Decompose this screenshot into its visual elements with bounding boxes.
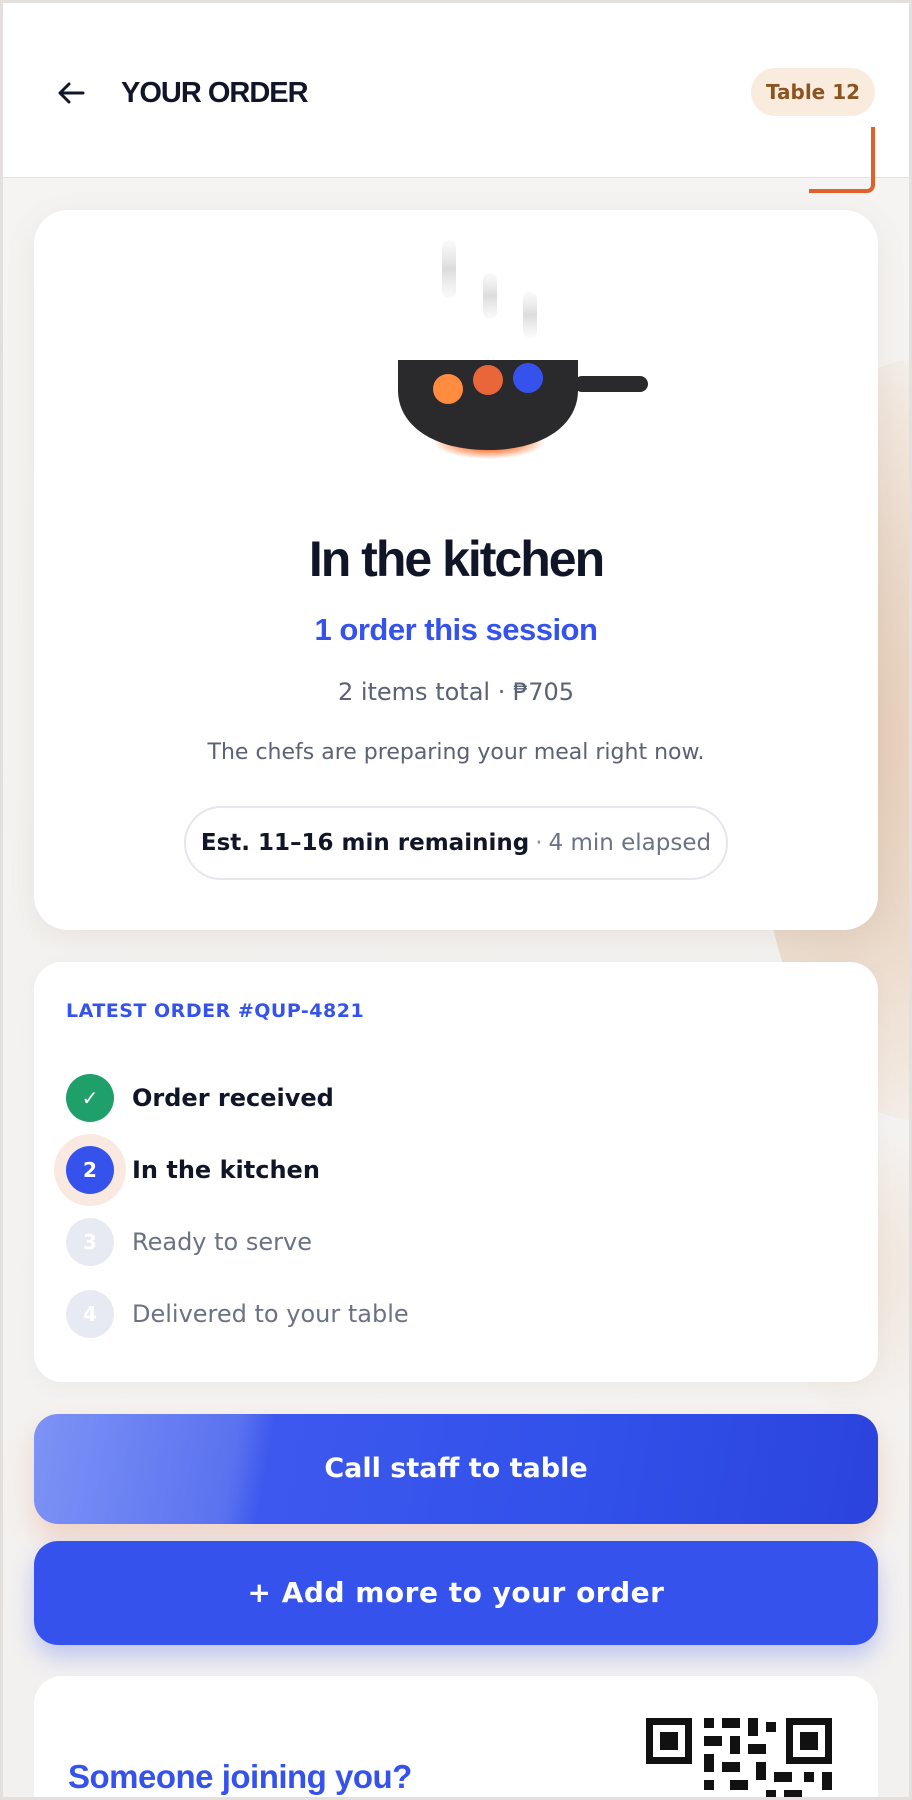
- arrow-left-icon: [58, 82, 85, 104]
- add-more-button[interactable]: + Add more to your order: [34, 1541, 878, 1645]
- eta-remaining: Est. 11–16 min remaining: [200, 830, 530, 856]
- progress-step-delivered: 4 Delivered to your table: [66, 1290, 826, 1338]
- step-label: Ready to serve: [132, 1228, 312, 1256]
- share-session-card: Someone joining you?: [34, 1676, 878, 1800]
- food-ball: [513, 363, 543, 393]
- step-label: Delivered to your table: [132, 1300, 409, 1328]
- status-title: In the kitchen: [308, 531, 605, 587]
- step-number: 2: [66, 1146, 114, 1194]
- step-label: In the kitchen: [132, 1156, 320, 1184]
- check-icon: ✓: [66, 1074, 114, 1122]
- call-staff-button[interactable]: Call staff to table: [34, 1414, 878, 1524]
- pan-handle: [574, 376, 648, 392]
- eta-pill: Est. 11–16 min remaining · 4 min elapsed: [184, 806, 728, 880]
- eta-separator: ·: [535, 830, 543, 856]
- top-bar: YOUR ORDER Table 12: [3, 3, 909, 193]
- progress-step-received: ✓ Order received: [66, 1074, 826, 1122]
- progress-step-kitchen: 2 In the kitchen: [66, 1146, 826, 1194]
- share-title: Someone joining you?: [68, 1758, 412, 1795]
- step-number: 4: [66, 1290, 114, 1338]
- items-total: 2 items total · ₱705: [337, 678, 575, 706]
- cooking-pan-icon: [398, 240, 648, 459]
- steam-wisp: [483, 273, 497, 319]
- table-badge: Table 12: [751, 68, 875, 116]
- order-progress-card: LATEST ORDER #QUP-4821 ✓ Order received …: [34, 962, 878, 1382]
- step-label: Order received: [132, 1084, 334, 1112]
- food-ball: [473, 365, 503, 395]
- corner-accent: [809, 127, 875, 193]
- food-ball: [433, 374, 463, 404]
- latest-order-label: LATEST ORDER #QUP-4821: [66, 1000, 365, 1022]
- progress-step-ready: 3 Ready to serve: [66, 1218, 826, 1266]
- status-description: The chefs are preparing your meal right …: [207, 740, 705, 765]
- eta-elapsed: 4 min elapsed: [548, 830, 712, 856]
- steam-wisp: [442, 240, 456, 298]
- back-button[interactable]: [49, 71, 93, 115]
- session-order-count: 1 order this session: [314, 612, 598, 647]
- page-title: YOUR ORDER: [121, 77, 309, 109]
- step-number: 3: [66, 1218, 114, 1266]
- order-status-card: In the kitchen 1 order this session 2 it…: [34, 210, 878, 930]
- steam-wisp: [523, 292, 537, 338]
- qr-code-icon[interactable]: [646, 1718, 832, 1800]
